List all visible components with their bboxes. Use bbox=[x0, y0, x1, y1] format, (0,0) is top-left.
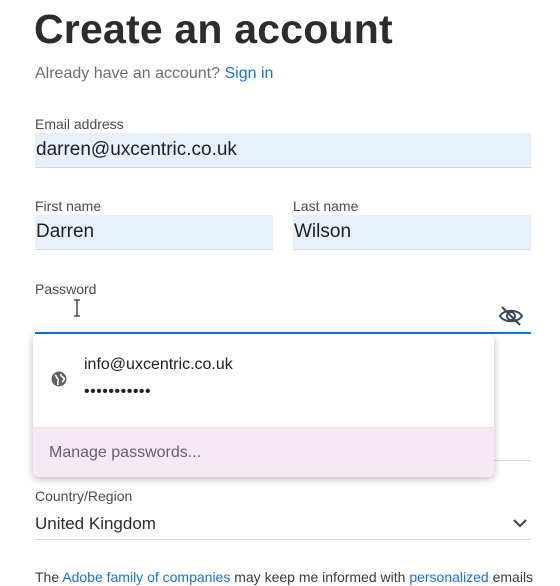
footer-text-1: The bbox=[35, 569, 63, 585]
footer-text-3: emails bbox=[488, 569, 534, 585]
email-label: Email address bbox=[35, 116, 124, 132]
eye-off-icon[interactable] bbox=[498, 305, 524, 327]
sign-in-prompt: Already have an account? Sign in bbox=[35, 65, 273, 83]
personalized-link[interactable]: personalized bbox=[409, 569, 488, 585]
last-name-label: Last name bbox=[293, 198, 359, 214]
page-title: Create an account bbox=[34, 6, 393, 52]
adobe-family-link[interactable]: Adobe family of companies bbox=[62, 569, 230, 585]
country-label: Country/Region bbox=[35, 488, 133, 504]
saved-masked-password: ••••••••••• bbox=[84, 383, 152, 400]
country-underline bbox=[35, 539, 531, 540]
last-name-field[interactable]: Wilson bbox=[293, 215, 531, 250]
text-cursor-icon bbox=[74, 299, 80, 317]
sign-in-link[interactable]: Sign in bbox=[224, 65, 273, 82]
password-autofill-popup: info@uxcentric.co.uk ••••••••••• Manage … bbox=[33, 334, 494, 477]
saved-credential-option[interactable]: info@uxcentric.co.uk ••••••••••• bbox=[33, 334, 494, 427]
first-name-label: First name bbox=[35, 198, 102, 214]
first-name-field[interactable]: Darren bbox=[35, 215, 273, 250]
manage-passwords-button[interactable]: Manage passwords... bbox=[33, 427, 494, 477]
globe-icon bbox=[51, 371, 67, 387]
password-label: Password bbox=[35, 281, 97, 297]
footer-text-2: may keep me informed with bbox=[230, 569, 410, 585]
password-field[interactable] bbox=[35, 298, 490, 332]
already-have-account-text: Already have an account? bbox=[35, 65, 221, 82]
saved-account-email: info@uxcentric.co.uk bbox=[84, 356, 233, 373]
chevron-down-icon[interactable] bbox=[512, 517, 528, 529]
country-select[interactable]: United Kingdom bbox=[35, 514, 156, 534]
manage-passwords-label: Manage passwords... bbox=[49, 444, 202, 461]
email-field[interactable]: darren@uxcentric.co.uk bbox=[35, 133, 531, 168]
marketing-consent-text: The Adobe family of companies may keep m… bbox=[35, 569, 533, 585]
